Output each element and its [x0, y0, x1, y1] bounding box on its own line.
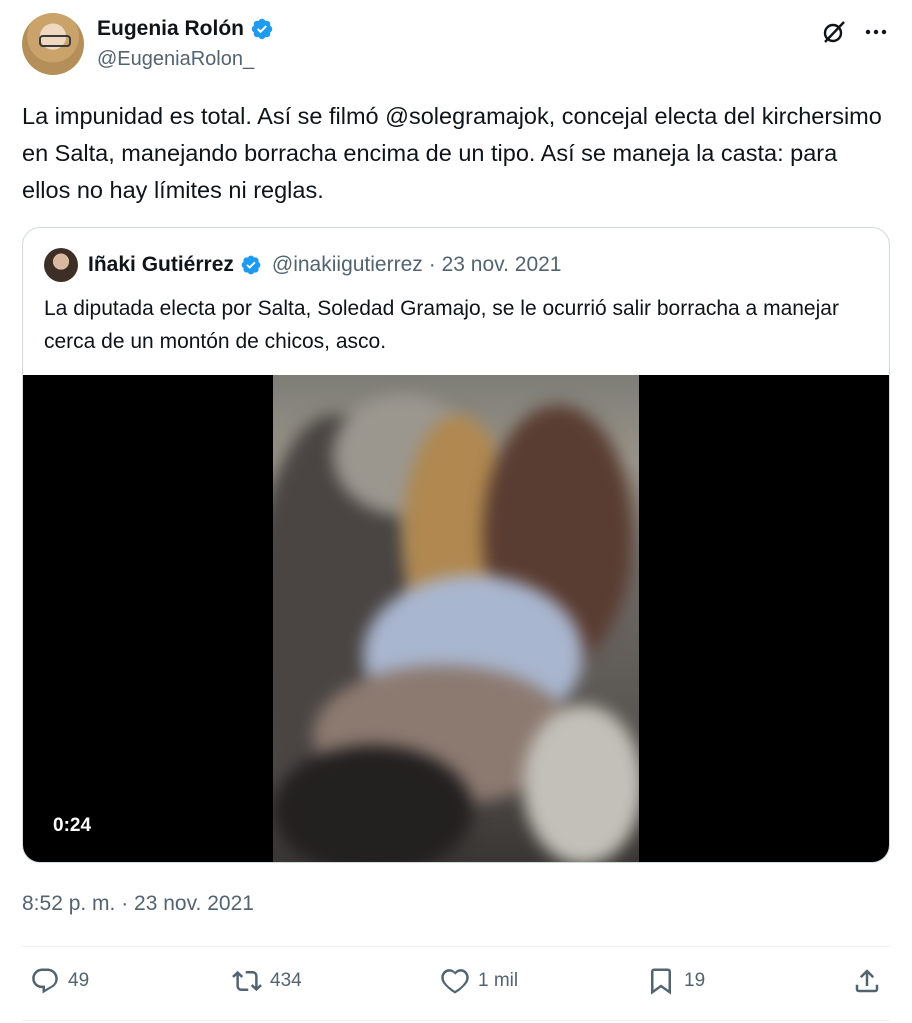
quoted-avatar[interactable] [44, 248, 78, 282]
author-name[interactable]: Eugenia Rolón [97, 16, 244, 42]
reply-count: 49 [68, 970, 90, 991]
repost-icon [232, 970, 262, 992]
bookmark-button[interactable]: 19 [646, 966, 705, 996]
share-icon [855, 969, 879, 993]
share-button[interactable] [852, 966, 882, 996]
quoted-text: La diputada electa por Salta, Soledad Gr… [44, 297, 839, 353]
quoted-header: Iñaki Gutiérrez @inakiigutierrez · 23 no… [88, 251, 562, 279]
bookmark-count: 19 [684, 970, 706, 991]
author-avatar[interactable] [22, 13, 84, 75]
tweet-text: La impunidad es total. Así se filmó @sol… [22, 103, 882, 203]
reply-button[interactable]: 49 [30, 966, 89, 996]
like-icon [441, 969, 469, 994]
like-count: 1 mil [478, 970, 519, 991]
repost-button[interactable]: 434 [232, 966, 302, 996]
author-name-row[interactable]: Eugenia Rolón [97, 16, 274, 42]
video-duration: 0:24 [53, 815, 92, 836]
divider [22, 1020, 890, 1021]
video-frame [273, 375, 639, 862]
quoted-author-name: Iñaki Gutiérrez [88, 253, 234, 276]
divider [22, 946, 890, 947]
repost-count: 434 [270, 970, 302, 991]
verified-badge-icon [241, 255, 261, 275]
grok-icon[interactable] [820, 18, 848, 46]
quoted-handle: @inakiigutierrez [271, 253, 423, 276]
verified-badge-icon [251, 18, 273, 40]
bookmark-icon [651, 968, 671, 995]
tweet-timestamp[interactable]: 8:52 p. m. · 23 nov. 2021 [22, 892, 254, 916]
more-icon[interactable] [862, 18, 890, 46]
reply-icon [32, 968, 58, 994]
quoted-date: · 23 nov. 2021 [428, 253, 562, 276]
like-button[interactable]: 1 mil [440, 966, 518, 996]
author-handle[interactable]: @EugeniaRolon_ [97, 46, 254, 72]
video-player[interactable]: 0:24 [23, 375, 889, 862]
action-bar: 49 434 1 mil 19 [0, 960, 912, 1010]
quoted-tweet-card[interactable]: Iñaki Gutiérrez @inakiigutierrez · 23 no… [22, 227, 890, 863]
